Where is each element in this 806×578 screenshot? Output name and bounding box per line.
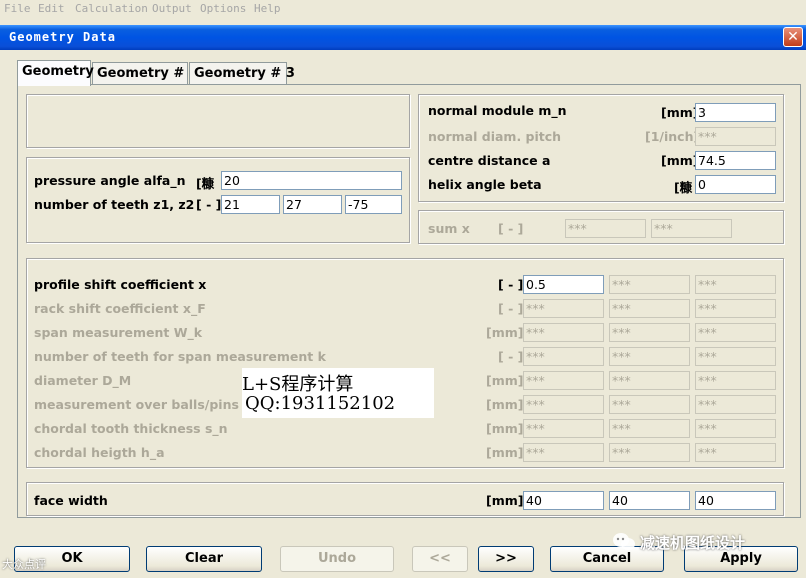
empty-group <box>26 94 410 148</box>
row-unit: [mm] <box>486 445 524 460</box>
menu-calculation[interactable]: Calculation <box>75 2 148 15</box>
row-unit: [ - ] <box>498 349 524 364</box>
row-input: *** <box>695 419 776 438</box>
watermark-brand: 减速机图纸设计 <box>640 534 746 552</box>
diam-pitch-input: *** <box>695 127 776 146</box>
helix-angle-unit: [糠 <box>674 180 693 195</box>
row-input: *** <box>695 347 776 366</box>
teeth-unit: [ - ] <box>196 197 222 212</box>
next-button[interactable]: >> <box>478 546 534 572</box>
menu-output[interactable]: Output <box>152 2 192 15</box>
diam-pitch-label: normal diam. pitch <box>428 129 562 144</box>
tab-geometry[interactable]: Geometry <box>17 60 94 86</box>
previous-button: << <box>412 546 468 572</box>
row-unit: [mm] <box>486 421 524 436</box>
clear-button[interactable]: Clear <box>146 546 262 572</box>
menu-options[interactable]: Options <box>200 2 246 15</box>
row-input: *** <box>609 419 690 438</box>
row-input: *** <box>523 419 604 438</box>
face-width-input-2[interactable]: 40 <box>609 491 690 510</box>
row-unit: [ - ] <box>498 277 524 292</box>
row-label: chordal tooth thickness s_n <box>34 421 228 436</box>
row-input: *** <box>695 443 776 462</box>
teeth-z3-input[interactable]: -75 <box>345 195 402 214</box>
normal-module-input[interactable]: 3 <box>695 103 776 122</box>
dialog-titlebar: Geometry Data ✕ <box>0 25 806 50</box>
sum-x-unit: [ - ] <box>498 221 524 236</box>
row-unit: [mm] <box>486 373 524 388</box>
dialog-title: Geometry Data <box>9 30 116 44</box>
row-label: rack shift coefficient x_F <box>34 301 206 316</box>
row-unit: [mm] <box>486 325 524 340</box>
centre-distance-unit: [mm] <box>661 153 699 168</box>
sum-x-input-1: *** <box>565 219 646 238</box>
row-input: *** <box>695 371 776 390</box>
row-unit: [ - ] <box>498 301 524 316</box>
pressure-angle-unit: [糠 <box>196 176 215 191</box>
helix-angle-input[interactable]: 0 <box>695 175 776 194</box>
face-width-unit: [mm] <box>486 493 524 508</box>
tab-geometry-2[interactable]: Geometry # 2 <box>92 62 198 84</box>
row-unit: [mm] <box>486 397 524 412</box>
wechat-icon <box>613 533 635 550</box>
watermark-corner: 大众点评 <box>2 558 46 571</box>
pressure-angle-input[interactable]: 20 <box>221 171 402 190</box>
row-input: *** <box>523 371 604 390</box>
sum-x-input-2: *** <box>651 219 732 238</box>
helix-angle-label: helix angle beta <box>428 177 542 192</box>
row-input: *** <box>523 347 604 366</box>
close-icon[interactable]: ✕ <box>783 27 803 47</box>
row-input: *** <box>695 299 776 318</box>
tab-geometry-3[interactable]: Geometry # 3 <box>189 62 295 84</box>
face-width-input-3[interactable]: 40 <box>695 491 776 510</box>
pressure-angle-label: pressure angle alfa_n <box>34 173 186 188</box>
normal-module-unit: [mm] <box>661 105 699 120</box>
profile-shift-input-3: *** <box>695 275 776 294</box>
diam-pitch-unit: [1/inch] <box>645 129 700 144</box>
menu-bar: File Edit Calculation Output Options Hel… <box>0 0 806 18</box>
row-label: number of teeth for span measurement k <box>34 349 326 364</box>
teeth-z1-input[interactable]: 21 <box>221 195 280 214</box>
profile-shift-input-1[interactable]: 0.5 <box>523 275 604 294</box>
profile-shift-input-2: *** <box>609 275 690 294</box>
row-input: *** <box>523 323 604 342</box>
row-input: *** <box>609 371 690 390</box>
watermark-box: L+S程序计算 QQ:1931152102 <box>242 368 434 418</box>
row-input: *** <box>695 323 776 342</box>
watermark-line-2: QQ:1931152102 <box>245 393 396 414</box>
row-input: *** <box>609 443 690 462</box>
row-input: *** <box>523 443 604 462</box>
row-label: measurement over balls/pins <box>34 397 239 412</box>
row-input: *** <box>609 347 690 366</box>
sum-x-label: sum x <box>428 221 470 236</box>
row-input: *** <box>609 323 690 342</box>
row-input: *** <box>523 299 604 318</box>
row-label: chordal heigth h_a <box>34 445 165 460</box>
row-input: *** <box>609 395 690 414</box>
teeth-label: number of teeth z1, z2 <box>34 197 195 212</box>
row-input: *** <box>609 299 690 318</box>
row-label: diameter D_M <box>34 373 132 388</box>
row-label: profile shift coefficient x <box>34 277 207 292</box>
row-label: span measurement W_k <box>34 325 203 340</box>
face-width-label: face width <box>34 493 108 508</box>
face-width-input-1[interactable]: 40 <box>523 491 604 510</box>
menu-help[interactable]: Help <box>254 2 281 15</box>
centre-distance-label: centre distance a <box>428 153 551 168</box>
menu-file[interactable]: File <box>4 2 31 15</box>
centre-distance-input[interactable]: 74.5 <box>695 151 776 170</box>
teeth-z2-input[interactable]: 27 <box>283 195 342 214</box>
menu-edit[interactable]: Edit <box>38 2 65 15</box>
row-input: *** <box>695 395 776 414</box>
undo-button: Undo <box>280 546 394 572</box>
row-input: *** <box>523 395 604 414</box>
normal-module-label: normal module m_n <box>428 103 567 118</box>
